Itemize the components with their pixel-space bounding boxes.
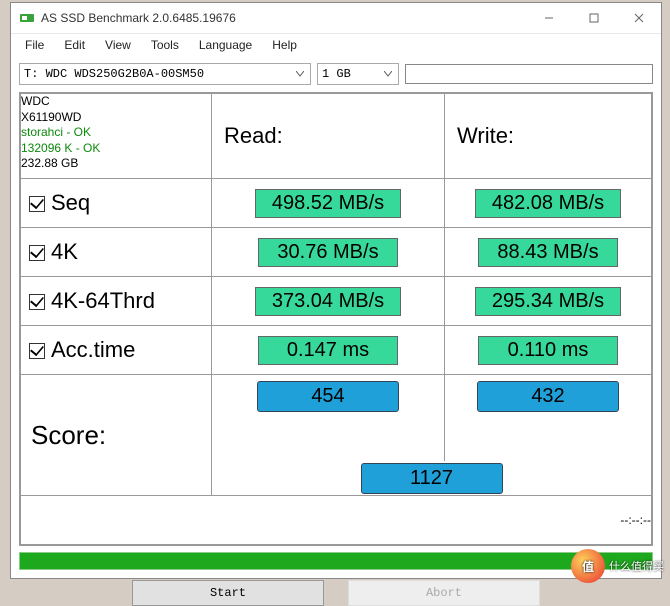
seq-write-value: 482.08 MB/s (475, 189, 621, 218)
watermark-text: 什么值得买 (609, 558, 664, 574)
drive-vendor: WDC (21, 94, 211, 110)
drive-select-value: T: WDC WDS250G2B0A-00SM50 (20, 67, 310, 81)
menu-help[interactable]: Help (264, 36, 305, 58)
acc-checkbox[interactable] (29, 343, 45, 359)
row-4k: 4K 30.76 MB/s 88.43 MB/s (21, 228, 652, 277)
4k-write-value: 88.43 MB/s (478, 238, 618, 267)
acc-read-value: 0.147 ms (258, 336, 398, 365)
watermark: 值 什么值得买 (571, 549, 664, 583)
menu-language[interactable]: Language (191, 36, 260, 58)
row-4k64: 4K-64Thrd 373.04 MB/s 295.34 MB/s (21, 277, 652, 326)
watermark-logo-icon: 值 (571, 549, 605, 583)
drive-select[interactable]: T: WDC WDS250G2B0A-00SM50 (19, 63, 311, 85)
write-header: Write: (445, 94, 652, 179)
read-header: Read: (212, 94, 445, 179)
row-seq: Seq 498.52 MB/s 482.08 MB/s (21, 179, 652, 228)
maximize-button[interactable] (571, 3, 616, 33)
app-window: AS SSD Benchmark 2.0.6485.19676 File Edi… (10, 2, 662, 579)
4k64-checkbox[interactable] (29, 294, 45, 310)
menu-tools[interactable]: Tools (143, 36, 187, 58)
menu-file[interactable]: File (17, 36, 52, 58)
menu-view[interactable]: View (97, 36, 139, 58)
size-select[interactable]: 1 GB (317, 63, 399, 85)
drive-info-cell: WDC X61190WD storahci - OK 132096 K - OK… (21, 94, 212, 179)
start-button[interactable]: Start (132, 580, 324, 606)
row-label: 4K (51, 239, 78, 264)
minimize-button[interactable] (526, 3, 571, 33)
abort-button: Abort (348, 580, 540, 606)
drive-model: X61190WD (21, 110, 211, 126)
score-read: 454 (257, 381, 399, 412)
acc-write-value: 0.110 ms (478, 336, 618, 365)
titlebar: AS SSD Benchmark 2.0.6485.19676 (11, 3, 661, 34)
4k64-write-value: 295.34 MB/s (475, 287, 621, 316)
filter-input[interactable] (405, 64, 653, 84)
menubar: File Edit View Tools Language Help (11, 34, 661, 60)
row-label: 4K-64Thrd (51, 288, 155, 313)
seq-read-value: 498.52 MB/s (255, 189, 401, 218)
4k64-read-value: 373.04 MB/s (255, 287, 401, 316)
progress-bar (19, 552, 653, 570)
drive-capacity: 232.88 GB (21, 156, 211, 172)
seq-checkbox[interactable] (29, 196, 45, 212)
elapsed-time: --:--:-- (21, 496, 652, 545)
chevron-down-icon (292, 66, 308, 82)
score-total: 1127 (361, 463, 503, 494)
4k-checkbox[interactable] (29, 245, 45, 261)
chevron-down-icon (380, 66, 396, 82)
results-panel: WDC X61190WD storahci - OK 132096 K - OK… (19, 92, 653, 546)
drive-alignment: 132096 K - OK (21, 141, 211, 157)
drive-driver: storahci - OK (21, 125, 211, 141)
row-acc: Acc.time 0.147 ms 0.110 ms (21, 326, 652, 375)
score-label: Score: (21, 375, 212, 496)
window-title: AS SSD Benchmark 2.0.6485.19676 (41, 11, 526, 25)
row-label: Acc.time (51, 337, 135, 362)
menu-edit[interactable]: Edit (56, 36, 93, 58)
close-button[interactable] (616, 3, 661, 33)
score-write: 432 (477, 381, 619, 412)
app-icon (19, 10, 35, 26)
row-label: Seq (51, 190, 90, 215)
row-score: Score: 454 432 (21, 375, 652, 462)
4k-read-value: 30.76 MB/s (258, 238, 398, 267)
